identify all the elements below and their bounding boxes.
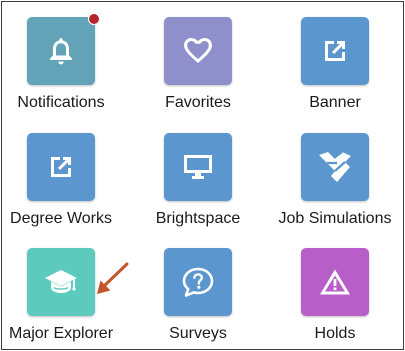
favorites-tile[interactable]	[164, 17, 232, 85]
graduation-cap-icon	[45, 270, 77, 293]
notifications-label: Notifications	[17, 94, 105, 111]
question-speech-bubble-icon	[182, 267, 214, 297]
heart-icon	[184, 38, 212, 63]
degree-works-tile[interactable]	[27, 133, 95, 201]
pointer-arrow-icon	[97, 262, 129, 294]
brightspace-label: Brightspace	[155, 210, 241, 227]
major-explorer-label: Major Explorer	[8, 325, 114, 342]
job-simulations-label: Job Simulations	[278, 210, 392, 227]
banner-label: Banner	[309, 94, 361, 111]
major-explorer-tile[interactable]	[27, 248, 95, 316]
holds-label: Holds	[314, 325, 356, 342]
brightspace-tile[interactable]	[164, 133, 232, 201]
job-simulations-tile[interactable]	[301, 133, 369, 201]
degree-works-label: Degree Works	[10, 210, 112, 227]
surveys-tile[interactable]	[164, 248, 232, 316]
notification-badge	[88, 13, 100, 25]
warning-triangle-icon	[320, 269, 350, 295]
open-external-icon	[51, 157, 71, 177]
favorites-label: Favorites	[165, 94, 231, 111]
app-launcher-panel: Notifications Favorites Banner Degree Wo…	[1, 1, 404, 350]
banner-tile[interactable]	[301, 17, 369, 85]
surveys-label: Surveys	[169, 325, 227, 342]
bell-icon	[50, 38, 72, 65]
monitor-icon	[184, 155, 212, 179]
notifications-tile[interactable]	[27, 17, 95, 85]
holds-tile[interactable]	[301, 248, 369, 316]
school-logo-icon	[319, 151, 351, 182]
open-external-icon	[325, 41, 345, 61]
